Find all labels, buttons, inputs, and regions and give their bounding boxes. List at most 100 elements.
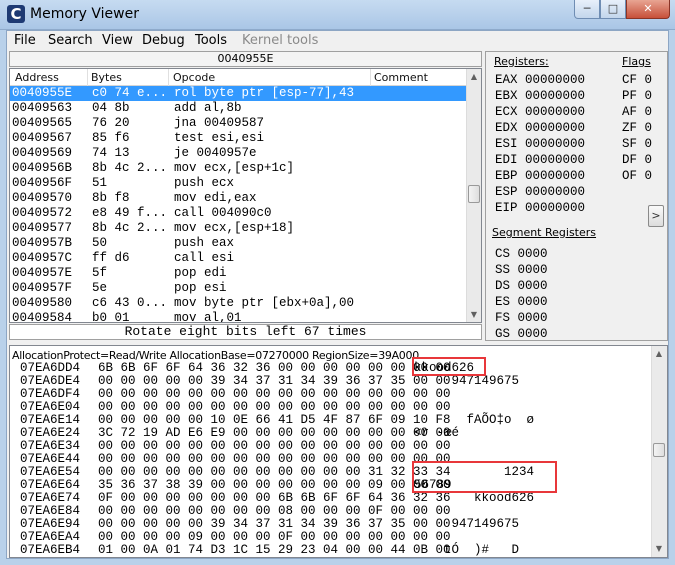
- menu-debug[interactable]: Debug: [142, 33, 185, 48]
- scroll-up-icon[interactable]: ▲: [652, 346, 666, 361]
- disasm-row[interactable]: 0040957E 5f pop edi: [10, 266, 466, 281]
- segment-cs[interactable]: CS 0000: [495, 246, 548, 262]
- register-name: EIP: [495, 201, 518, 215]
- disasm-address: 00409577: [12, 221, 73, 235]
- segment-es[interactable]: ES 0000: [495, 294, 548, 310]
- scroll-thumb[interactable]: [468, 185, 480, 203]
- disasm-opcode: mov al,01: [174, 311, 242, 323]
- col-opcode[interactable]: Opcode: [173, 71, 215, 84]
- disasm-row[interactable]: 00409567 85 f6 test esi,esi: [10, 131, 466, 146]
- disasm-row[interactable]: 00409577 8b 4c 2... mov ecx,[esp+18]: [10, 221, 466, 236]
- flag-of[interactable]: OF 0: [622, 168, 652, 184]
- disasm-row[interactable]: 0040957C ff d6 call esi: [10, 251, 466, 266]
- register-edi[interactable]: EDI 00000000: [495, 152, 585, 168]
- disasm-bytes: 76 20: [92, 116, 130, 130]
- disasm-row[interactable]: 0040955E c0 74 e... rol byte ptr [esp-77],…: [10, 86, 466, 101]
- disasm-scrollbar[interactable]: ▲ ▼: [466, 69, 481, 322]
- disasm-opcode: mov edi,eax: [174, 191, 257, 205]
- segment-gs[interactable]: GS 0000: [495, 326, 548, 342]
- flag-value: 0: [644, 169, 653, 183]
- disasm-bytes: 85 f6: [92, 131, 130, 145]
- scroll-up-icon[interactable]: ▲: [467, 69, 481, 84]
- col-address[interactable]: Address: [15, 71, 59, 84]
- flag-value: 0: [644, 89, 653, 103]
- register-name: ECX: [495, 105, 518, 119]
- col-bytes[interactable]: Bytes: [91, 71, 122, 84]
- flag-pf[interactable]: PF 0: [622, 88, 652, 104]
- disasm-address: 0040957C: [12, 251, 73, 265]
- register-value: 00000000: [525, 121, 586, 135]
- register-ebp[interactable]: EBP 00000000: [495, 168, 585, 184]
- flag-sf[interactable]: SF 0: [622, 136, 652, 152]
- disasm-address: 0040956F: [12, 176, 73, 190]
- highlight-box: [412, 461, 557, 493]
- register-eip[interactable]: EIP 00000000: [495, 200, 585, 216]
- register-name: EBP: [495, 169, 518, 183]
- disasm-row[interactable]: 0040957F 5e pop esi: [10, 281, 466, 296]
- disasm-bytes: 5e: [92, 281, 108, 295]
- menu-kernel-tools: Kernel tools: [242, 33, 319, 48]
- scroll-down-icon[interactable]: ▼: [652, 541, 666, 556]
- register-esp[interactable]: ESP 00000000: [495, 184, 585, 200]
- flag-name: DF: [622, 153, 638, 167]
- disasm-row[interactable]: 00409569 74 13 je 0040957e: [10, 146, 466, 161]
- disasm-row[interactable]: 00409563 04 8b add al,8b: [10, 101, 466, 116]
- flag-value: 0: [644, 73, 653, 87]
- disasm-opcode: mov ecx,[esp+18]: [174, 221, 295, 235]
- disassembler-view[interactable]: Address Bytes Opcode Comment 0040955E c0 …: [9, 68, 482, 323]
- col-comment[interactable]: Comment: [374, 71, 428, 84]
- segment-fs[interactable]: FS 0000: [495, 310, 548, 326]
- flag-af[interactable]: AF 0: [622, 104, 652, 120]
- disasm-address: 00409565: [12, 116, 73, 130]
- disasm-address: 0040957B: [12, 236, 73, 250]
- hex-scrollbar[interactable]: ▲ ▼: [651, 346, 667, 557]
- disasm-row[interactable]: 00409565 76 20 jna 00409587: [10, 116, 466, 131]
- instruction-description: Rotate eight bits left 67 times: [9, 324, 482, 340]
- disasm-row[interactable]: 0040956B 8b 4c 2... mov ecx,[esp+1c]: [10, 161, 466, 176]
- close-button[interactable]: ✕: [626, 0, 670, 19]
- segment-name: SS: [495, 263, 511, 277]
- register-ecx[interactable]: ECX 00000000: [495, 104, 585, 120]
- menu-file[interactable]: File: [14, 33, 36, 48]
- disasm-row[interactable]: 00409570 8b f8 mov edi,eax: [10, 191, 466, 206]
- title-bar: C Memory Viewer ─ □ ✕: [0, 0, 675, 30]
- flag-zf[interactable]: ZF 0: [622, 120, 652, 136]
- menu-view[interactable]: View: [102, 33, 133, 48]
- scroll-down-icon[interactable]: ▼: [467, 307, 481, 322]
- menu-tools[interactable]: Tools: [195, 33, 227, 48]
- disasm-header: Address Bytes Opcode Comment: [10, 69, 468, 86]
- disasm-address-bar[interactable]: 0040955E: [9, 51, 482, 67]
- segment-ss[interactable]: SS 0000: [495, 262, 548, 278]
- disasm-row[interactable]: 0040956F 51 push ecx: [10, 176, 466, 191]
- window-client: File Search View Debug Tools Kernel tool…: [6, 30, 669, 559]
- register-value: 00000000: [525, 201, 586, 215]
- flag-df[interactable]: DF 0: [622, 152, 652, 168]
- flag-cf[interactable]: CF 0: [622, 72, 652, 88]
- disasm-row[interactable]: 00409580 c6 43 0... mov byte ptr [ebx+0a],…: [10, 296, 466, 311]
- disasm-opcode: pop edi: [174, 266, 227, 280]
- register-edx[interactable]: EDX 00000000: [495, 120, 585, 136]
- expand-registers-button[interactable]: >: [648, 205, 664, 227]
- disasm-address: 00409570: [12, 191, 73, 205]
- segment-name: FS: [495, 311, 511, 325]
- register-esi[interactable]: ESI 00000000: [495, 136, 585, 152]
- register-value: 00000000: [525, 137, 586, 151]
- disasm-bytes: 5f: [92, 266, 108, 280]
- disasm-row[interactable]: 0040957B 50 push eax: [10, 236, 466, 251]
- disasm-address: 0040956B: [12, 161, 73, 175]
- register-eax[interactable]: EAX 00000000: [495, 72, 585, 88]
- register-ebx[interactable]: EBX 00000000: [495, 88, 585, 104]
- hex-view[interactable]: AllocationProtect=Read/Write AllocationB…: [9, 345, 668, 558]
- disasm-row[interactable]: 00409572 e8 49 f... call 004090c0: [10, 206, 466, 221]
- register-value: 00000000: [525, 73, 586, 87]
- minimize-button[interactable]: ─: [574, 0, 600, 19]
- segment-ds[interactable]: DS 0000: [495, 278, 548, 294]
- maximize-button[interactable]: □: [600, 0, 626, 19]
- menu-search[interactable]: Search: [48, 33, 93, 48]
- register-value: 00000000: [525, 169, 586, 183]
- hex-row[interactable]: 07EA6EB4 01 00 0A 01 74 D3 1C 15 29 23 04…: [10, 544, 650, 557]
- register-name: EDI: [495, 153, 518, 167]
- disasm-row[interactable]: 00409584 b0 01 mov al,01: [10, 311, 466, 323]
- disasm-opcode: je 0040957e: [174, 146, 257, 160]
- scroll-thumb[interactable]: [653, 443, 665, 457]
